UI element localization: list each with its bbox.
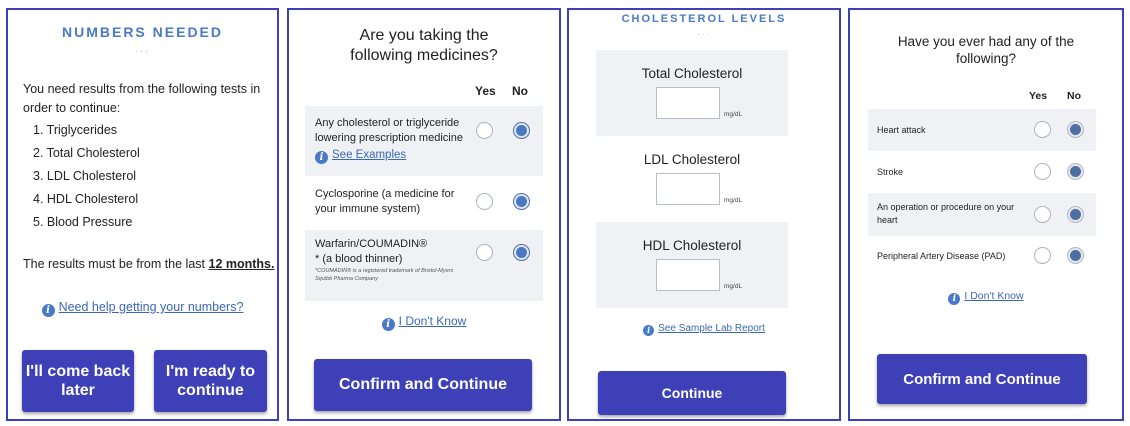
no-column-header: No (512, 84, 528, 98)
radio-yes[interactable] (1034, 247, 1051, 264)
condition-row-stroke: Stroke (868, 151, 1096, 193)
see-examples-link[interactable]: See Examples (332, 149, 406, 161)
condition-label: Peripheral Artery Disease (PAD) (877, 251, 1006, 261)
sample-lab-report-link[interactable]: See Sample Lab Report (658, 323, 765, 334)
radio-yes[interactable] (476, 193, 493, 210)
intro-text: You need results from the following test… (23, 82, 261, 116)
condition-row-heart-procedure: An operation or procedure on your heart (868, 193, 1096, 236)
info-icon: i (948, 293, 961, 305)
hdl-cholesterol-input[interactable] (656, 259, 720, 291)
confirm-continue-button[interactable]: Confirm and Continue (314, 359, 532, 411)
radio-no-selected[interactable] (513, 122, 530, 139)
dont-know-link[interactable]: I Don't Know (399, 314, 467, 328)
yes-column-header: Yes (475, 84, 496, 98)
radio-yes[interactable] (1034, 163, 1051, 180)
no-column-header: No (1067, 90, 1081, 102)
medicines-panel: Are you taking the following medicines? … (287, 8, 561, 421)
total-cholesterol-field: Total Cholesterol mg/dL (596, 50, 788, 136)
results-text: The results must be from the last (23, 257, 209, 271)
panel-heading: CHOLESTEROL LEVELS (621, 13, 787, 25)
condition-label: Stroke (877, 167, 904, 177)
medicine-label: Warfarin/COUMADIN® * (a blood thinner) (315, 238, 428, 266)
question-title: Are you taking the following medicines? (350, 27, 498, 64)
radio-yes[interactable] (1034, 206, 1051, 223)
radio-no-selected[interactable] (513, 193, 530, 210)
medicine-row-warfarin: Warfarin/COUMADIN® * (a blood thinner) *… (305, 230, 543, 301)
unit-label: mg/dL (724, 111, 743, 118)
medicine-row-cholesterol: Any cholesterol or triglyceride lowering… (305, 106, 543, 176)
confirm-continue-button[interactable]: Confirm and Continue (877, 354, 1087, 404)
dont-know-row: iI Don't Know (850, 290, 1122, 305)
ldl-cholesterol-input[interactable] (656, 173, 720, 205)
list-item: 2. Total Cholesterol (33, 146, 140, 160)
list-item: 4. HDL Cholesterol (33, 192, 139, 206)
ldl-cholesterol-field: LDL Cholesterol mg/dL (596, 136, 788, 222)
condition-row-heart-attack: Heart attack (868, 109, 1096, 151)
radio-yes[interactable] (476, 122, 493, 139)
list-item: 3. LDL Cholesterol (33, 169, 137, 183)
field-label: HDL Cholesterol (642, 238, 742, 253)
list-item: 5. Blood Pressure (33, 215, 133, 229)
sample-report-row: i See Sample Lab Report (569, 323, 839, 336)
medicine-label: Any cholesterol or triglyceride lowering… (315, 117, 463, 145)
ready-to-continue-button[interactable]: I'm ready to continue (154, 350, 267, 412)
condition-label: Heart attack (877, 125, 926, 135)
required-tests-list: 1. Triglycerides 2. Total Cholesterol 3.… (33, 123, 140, 238)
conditions-panel: Have you ever had any of the following? … (848, 8, 1124, 421)
heading-dots: ... (134, 43, 151, 55)
heading-dots: ... (697, 27, 711, 37)
info-icon: i (41, 304, 55, 317)
info-icon: i (381, 318, 395, 331)
numbers-needed-panel: NUMBERS NEEDED ... You need results from… (6, 8, 279, 421)
unit-label: mg/dL (724, 283, 743, 290)
condition-label: An operation or procedure on your heart (877, 202, 1015, 225)
help-getting-numbers-link[interactable]: Need help getting your numbers? (59, 300, 244, 314)
radio-yes[interactable] (476, 244, 493, 261)
yes-column-header: Yes (1029, 90, 1048, 102)
dont-know-row: i I Don't Know (289, 314, 559, 331)
panel-heading: NUMBERS NEEDED (61, 24, 223, 40)
radio-no-selected[interactable] (1067, 163, 1084, 180)
see-examples-row: i See Examples (315, 147, 406, 164)
trademark-footnote: *COUMADIN® is a registered trademark of … (315, 268, 454, 282)
total-cholesterol-input[interactable] (656, 87, 720, 119)
radio-no-selected[interactable] (1067, 121, 1084, 138)
hdl-cholesterol-field: HDL Cholesterol mg/dL (596, 222, 788, 308)
info-icon: i (315, 151, 328, 164)
cholesterol-levels-panel: CHOLESTEROL LEVELS ... Total Cholesterol… (567, 8, 841, 421)
help-link-row: i Need help getting your numbers? (8, 300, 277, 317)
field-label: Total Cholesterol (641, 66, 743, 81)
dont-know-link[interactable]: I Don't Know (964, 290, 1023, 302)
unit-label: mg/dL (724, 197, 743, 204)
info-icon: i (643, 325, 655, 336)
results-requirement: The results must be from the last 12 mon… (23, 257, 275, 271)
radio-no-selected[interactable] (1067, 247, 1084, 264)
medicine-row-cyclosporine: Cyclosporine (a medicine for your immune… (305, 176, 543, 230)
field-label: LDL Cholesterol (643, 152, 741, 167)
radio-yes[interactable] (1034, 121, 1051, 138)
results-emphasis: 12 months. (208, 257, 275, 271)
medicine-label: Cyclosporine (a medicine for your immune… (315, 188, 455, 216)
radio-no-selected[interactable] (1067, 206, 1084, 223)
question-title: Have you ever had any of the following? (897, 34, 1075, 66)
condition-row-pad: Peripheral Artery Disease (PAD) (868, 236, 1096, 278)
come-back-later-button[interactable]: I'll come back later (22, 350, 134, 412)
list-item: 1. Triglycerides (33, 123, 118, 137)
radio-no-selected[interactable] (513, 244, 530, 261)
continue-button[interactable]: Continue (598, 371, 786, 415)
